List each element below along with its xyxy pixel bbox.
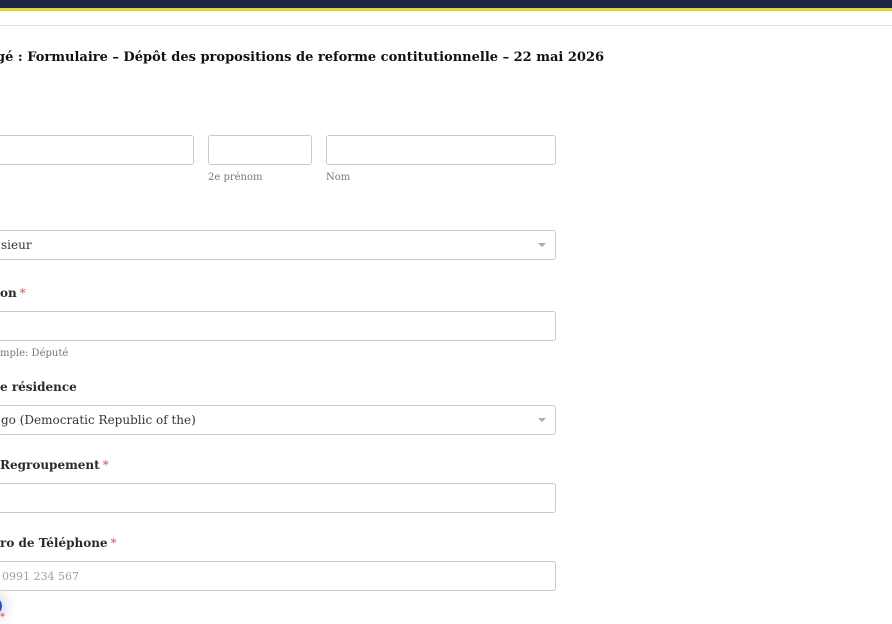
residence-country-select[interactable]: go (Democratic Republic of the) [0, 405, 556, 435]
group-label: Regroupement * [0, 458, 109, 472]
residence-selected-value: go (Democratic Republic of the) [1, 413, 196, 427]
function-label: on * [0, 286, 26, 300]
middle-name-input[interactable] [208, 135, 312, 165]
phone-placeholder: 0991 234 567 [2, 570, 79, 583]
civility-selected-value: sieur [1, 238, 32, 252]
required-marker: * [102, 458, 109, 472]
last-name-sublabel: Nom [326, 172, 351, 183]
phone-label-text: ro de Téléphone [0, 536, 108, 550]
group-input[interactable] [0, 483, 556, 513]
function-help-text: mple: Député [0, 348, 69, 359]
header-accent-stripe [0, 8, 892, 11]
form-title: gé : Formulaire – Dépôt des propositions… [0, 50, 605, 65]
chevron-down-icon [538, 243, 546, 247]
residence-label: e résidence [0, 380, 77, 394]
middle-name-sublabel: 2e prénom [208, 172, 263, 183]
phone-label: ro de Téléphone * [0, 536, 117, 550]
chevron-down-icon [538, 418, 546, 422]
last-name-input[interactable] [326, 135, 556, 165]
phone-input[interactable]: 0991 234 567 [0, 561, 556, 591]
required-marker: * [0, 612, 5, 623]
header-divider [0, 25, 892, 26]
header-bar [0, 0, 892, 8]
required-marker: * [19, 286, 26, 300]
civility-select[interactable]: sieur [0, 230, 556, 260]
required-marker: * [110, 536, 117, 550]
function-label-text: on [0, 286, 17, 300]
function-input[interactable] [0, 311, 556, 341]
first-name-input[interactable] [0, 135, 194, 165]
group-label-text: Regroupement [0, 458, 100, 472]
